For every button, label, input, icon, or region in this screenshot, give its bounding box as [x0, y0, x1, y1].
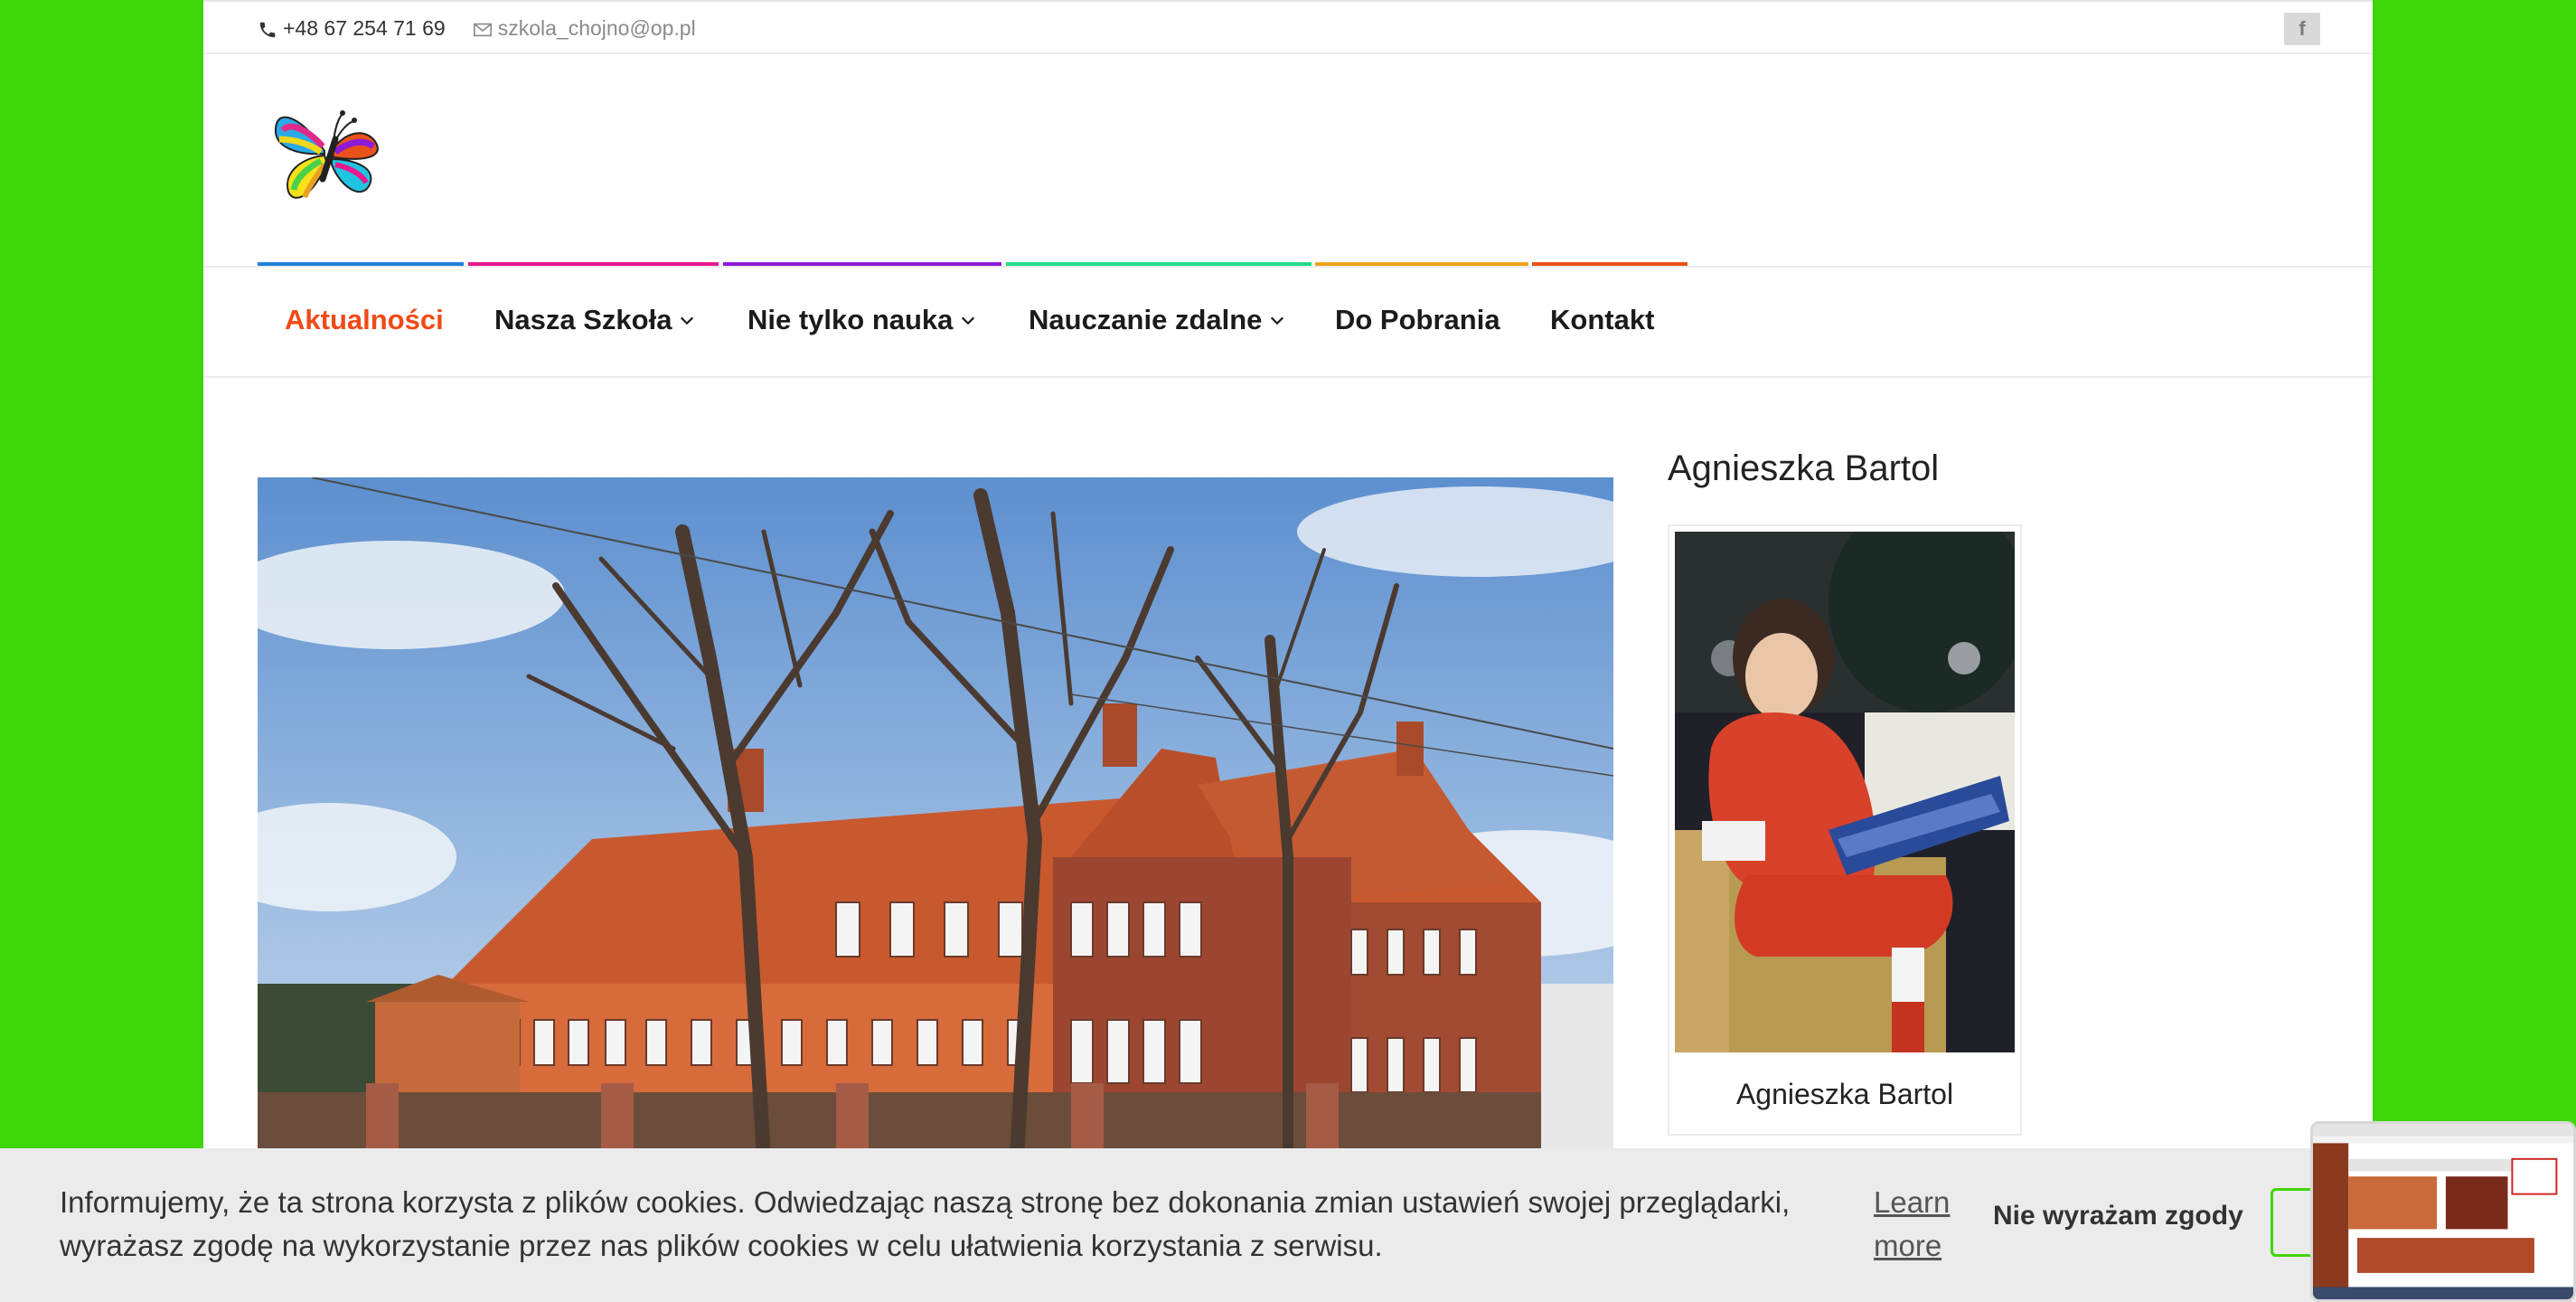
- nav-item-nasza-szkola[interactable]: Nasza Szkoła: [494, 304, 695, 336]
- cookie-banner: Informujemy, że ta strona korzysta z pli…: [0, 1148, 2576, 1302]
- contact-info: +48 67 254 71 69 szkola_chojno@op.pl: [258, 16, 696, 41]
- sidebar-caption: Agnieszka Bartol: [1735, 1078, 1954, 1110]
- nav-divider: [203, 266, 2373, 268]
- sidebar-title: Agnieszka Bartol: [1668, 448, 1940, 488]
- nav-item-kontakt[interactable]: Kontakt: [1550, 304, 1654, 336]
- school-building-image[interactable]: [258, 477, 1613, 1157]
- nav-item-nie-tylko-nauka[interactable]: Nie tylko nauka: [747, 304, 976, 336]
- nav-item-label: Nasza Szkoła: [494, 304, 672, 335]
- cookie-message: Informujemy, że ta strona korzysta z pli…: [60, 1185, 1791, 1262]
- phone-icon: [259, 22, 276, 37]
- nav-item-do-pobrania[interactable]: Do Pobrania: [1335, 304, 1500, 336]
- chevron-down-icon: [1271, 316, 1284, 326]
- facebook-icon: f: [2299, 17, 2306, 40]
- facebook-button[interactable]: f: [2284, 13, 2320, 45]
- email-contact[interactable]: szkola_chojno@op.pl: [473, 16, 696, 41]
- profile-photo[interactable]: [1675, 532, 2015, 1052]
- butterfly-logo-icon[interactable]: [268, 101, 386, 210]
- sidebar-card: Agnieszka Bartol: [1668, 524, 2022, 1136]
- nav-item-nauczanie-zdalne[interactable]: Nauczanie zdalne: [1029, 304, 1285, 336]
- nav-item-label: Nauczanie zdalne: [1029, 304, 1263, 335]
- page-container: +48 67 254 71 69 szkola_chojno@op.pl f A…: [203, 0, 2373, 1302]
- phone-number[interactable]: +48 67 254 71 69: [283, 16, 446, 41]
- email-address[interactable]: szkola_chojno@op.pl: [498, 16, 696, 41]
- chevron-down-icon: [962, 316, 975, 326]
- nav-item-label: Nie tylko nauka: [747, 304, 954, 335]
- chevron-down-icon: [681, 316, 694, 326]
- cookie-deny-button[interactable]: Nie wyrażam zgody: [1993, 1201, 2243, 1231]
- nav-bottom-divider: [203, 376, 2373, 378]
- nav-item-aktualnosci[interactable]: Aktualności: [285, 304, 444, 336]
- screenshot-thumbnail[interactable]: [2310, 1121, 2576, 1302]
- learn-more-link[interactable]: Learn more: [1874, 1181, 1955, 1268]
- nav-item-label: Aktualności: [285, 304, 444, 335]
- envelope-icon: [473, 23, 492, 36]
- top-bar: +48 67 254 71 69 szkola_chojno@op.pl f: [203, 0, 2373, 54]
- nav-item-label: Kontakt: [1550, 304, 1655, 335]
- nav-item-label: Do Pobrania: [1335, 304, 1500, 335]
